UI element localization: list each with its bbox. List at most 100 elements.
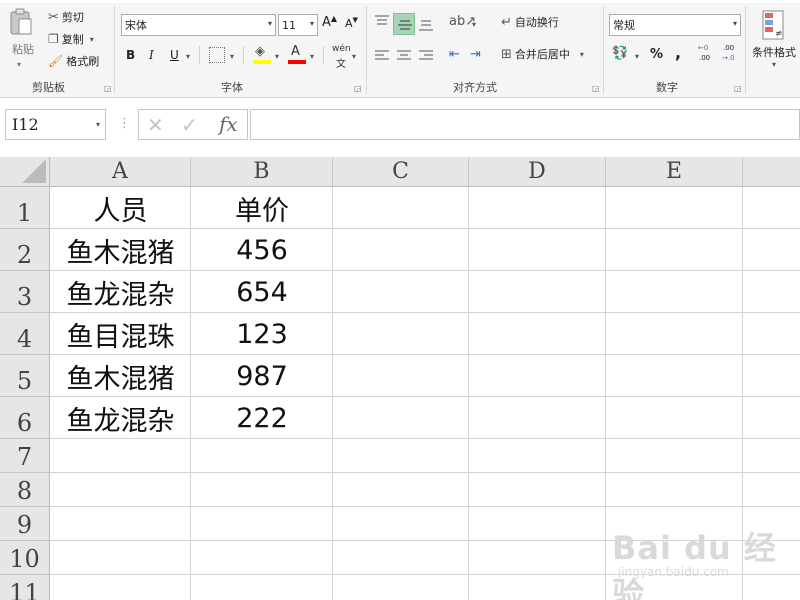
cell-a2[interactable]: 鱼木混猪 <box>50 229 191 271</box>
row-header-7[interactable]: 7 <box>0 439 50 473</box>
chevron-down-icon[interactable]: ▾ <box>772 60 776 69</box>
cell-a5[interactable]: 鱼木混猪 <box>50 355 191 397</box>
row-header-5[interactable]: 5 <box>0 355 50 397</box>
cell-a6[interactable]: 鱼龙混杂 <box>50 397 191 439</box>
merge-center-button[interactable]: ⊞ 合并后居中 ▾ <box>501 46 584 62</box>
chevron-down-icon[interactable]: ▾ <box>17 60 21 69</box>
cell-b6[interactable]: 222 <box>191 397 333 439</box>
align-bottom-icon[interactable] <box>418 18 434 32</box>
chevron-down-icon[interactable]: ▾ <box>230 52 234 61</box>
chevron-down-icon: ▾ <box>579 49 584 59</box>
wrap-text-icon: ↵ <box>501 14 512 30</box>
arrow-right-icon: →.0 <box>722 54 735 62</box>
row-header-2[interactable]: 2 <box>0 229 50 271</box>
paint-bucket-icon: ◈ <box>255 44 265 59</box>
enter-icon[interactable]: ✓ <box>181 113 198 137</box>
cell-b2[interactable]: 456 <box>191 229 333 271</box>
conditional-formatting-icon[interactable]: ≠ <box>762 10 784 40</box>
divider <box>745 6 746 94</box>
row-header-10[interactable]: 10 <box>0 541 50 575</box>
italic-button[interactable]: I <box>149 48 154 62</box>
row-header-3[interactable]: 3 <box>0 271 50 313</box>
chevron-down-icon[interactable]: ▾ <box>472 20 476 29</box>
align-left-icon[interactable] <box>374 50 390 62</box>
dialog-launcher-icon[interactable]: ◲ <box>104 84 112 93</box>
row-header-11[interactable]: 11 <box>0 575 50 600</box>
row-header-6[interactable]: 6 <box>0 397 50 439</box>
column-header-f[interactable] <box>743 157 800 187</box>
chevron-down-icon[interactable]: ▾ <box>352 52 356 61</box>
gridline-horizontal <box>50 472 800 473</box>
bold-button[interactable]: B <box>126 48 135 62</box>
align-center-icon[interactable] <box>396 50 412 62</box>
align-middle-button[interactable] <box>393 13 415 35</box>
row-header-8[interactable]: 8 <box>0 473 50 507</box>
wrap-text-button[interactable]: ↵ 自动换行 <box>501 14 559 30</box>
format-painter-button[interactable]: 🖌 格式刷 <box>48 53 99 69</box>
phonetic-icon: 文 <box>336 59 346 70</box>
number-format-combo[interactable]: 常规 ▾ <box>609 14 741 36</box>
copy-button[interactable]: ❐ 复制 ▾ <box>48 31 94 47</box>
scissors-icon: ✂ <box>48 9 59 25</box>
formula-bar-grip-icon[interactable]: ⋮ <box>118 116 131 131</box>
currency-icon[interactable]: 💱 <box>612 46 628 61</box>
cell-a3[interactable]: 鱼龙混杂 <box>50 271 191 313</box>
paste-button[interactable]: 粘贴 <box>12 41 34 57</box>
font-size-combo[interactable]: 11 ▾ <box>278 14 318 36</box>
row-header-1[interactable]: 1 <box>0 187 50 229</box>
cell-b1[interactable]: 单价 <box>191 187 333 229</box>
formula-input[interactable] <box>250 109 800 140</box>
column-header-d[interactable]: D <box>469 157 606 187</box>
dialog-launcher-icon[interactable]: ◲ <box>734 84 742 93</box>
decrease-indent-icon[interactable]: ⇤ <box>449 47 460 62</box>
paste-icon[interactable] <box>9 8 33 36</box>
insert-function-icon[interactable]: fx <box>219 112 238 136</box>
row-header-9[interactable]: 9 <box>0 507 50 541</box>
shrink-font-button[interactable]: A ▼ <box>345 16 358 31</box>
column-header-a[interactable]: A <box>50 157 191 187</box>
dialog-launcher-icon[interactable]: ◲ <box>354 84 362 93</box>
cell-b4[interactable]: 123 <box>191 313 333 355</box>
select-all-button[interactable] <box>0 157 50 187</box>
cell-a4[interactable]: 鱼目混珠 <box>50 313 191 355</box>
row-header-4[interactable]: 4 <box>0 313 50 355</box>
increase-indent-icon[interactable]: ⇥ <box>470 47 481 62</box>
grow-font-button[interactable]: A ▲ <box>322 14 337 30</box>
select-all-triangle-icon <box>22 159 46 183</box>
cut-button[interactable]: ✂ 剪切 <box>48 9 84 25</box>
dialog-launcher-icon[interactable]: ◲ <box>592 84 600 93</box>
align-middle-icon <box>398 20 412 30</box>
divider <box>323 46 324 64</box>
chevron-down-icon[interactable]: ▾ <box>310 52 314 61</box>
percent-button[interactable]: % <box>650 47 663 62</box>
chevron-down-icon[interactable]: ▾ <box>186 52 190 61</box>
chevron-down-icon[interactable]: ▾ <box>275 52 279 61</box>
align-top-icon[interactable] <box>374 14 390 28</box>
gridline-vertical <box>468 187 469 600</box>
name-box[interactable]: I12 ▾ <box>5 109 106 140</box>
divider <box>243 46 244 64</box>
column-header-c[interactable]: C <box>333 157 469 187</box>
align-right-icon[interactable] <box>418 50 434 62</box>
font-color-button[interactable]: A <box>287 44 307 66</box>
cell-a1[interactable]: 人员 <box>50 187 191 229</box>
cancel-icon[interactable]: ✕ <box>147 113 164 137</box>
cell-b5[interactable]: 987 <box>191 355 333 397</box>
font-name-combo[interactable]: 宋体 ▾ <box>121 14 276 36</box>
chevron-down-icon[interactable]: ▾ <box>635 52 639 61</box>
fill-color-button[interactable]: ◈ <box>252 44 272 66</box>
divider <box>114 6 115 94</box>
borders-icon[interactable] <box>209 47 225 63</box>
chevron-down-icon[interactable]: ▾ <box>96 120 100 129</box>
comma-button[interactable]: , <box>675 43 681 62</box>
underline-button[interactable]: U <box>170 48 179 62</box>
decrease-decimal-button[interactable]: .00 →.0 <box>722 44 740 65</box>
cell-b3[interactable]: 654 <box>191 271 333 313</box>
increase-decimal-button[interactable]: ←0 .00 <box>698 44 716 65</box>
column-header-e[interactable]: E <box>606 157 743 187</box>
column-header-b[interactable]: B <box>191 157 333 187</box>
phonetic-button[interactable]: wén <box>332 44 351 54</box>
conditional-formatting-button[interactable]: 条件格式 <box>752 44 796 60</box>
ribbon: 粘贴 ▾ ✂ 剪切 ❐ 复制 ▾ 🖌 格式刷 剪贴板 ◲ 宋体 ▾ 11 ▾ A… <box>0 0 800 98</box>
chevron-down-icon: ▾ <box>732 19 737 28</box>
